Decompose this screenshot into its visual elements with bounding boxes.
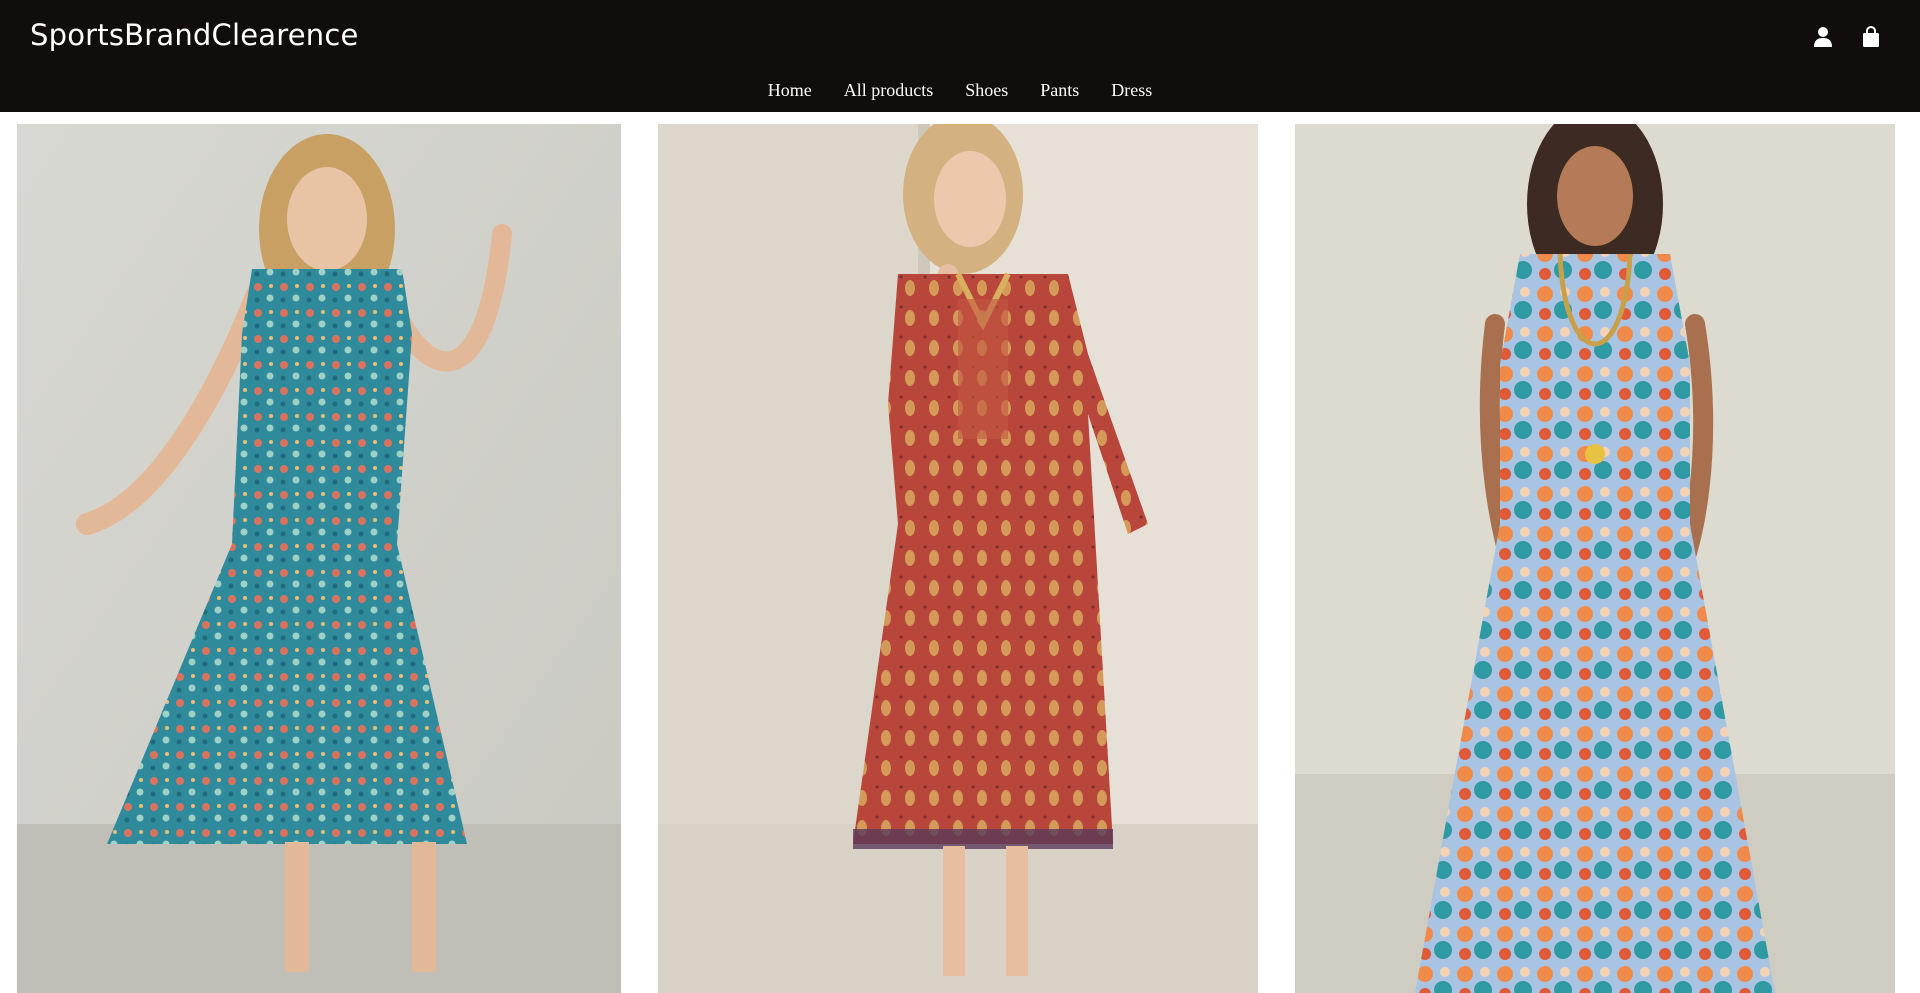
shopping-bag-icon[interactable] [1860,24,1882,50]
nav-item-dress[interactable]: Dress [1095,78,1168,102]
product-card[interactable] [1295,124,1895,993]
header-icons [1812,24,1882,50]
account-icon[interactable] [1812,24,1834,50]
product-card[interactable] [658,124,1258,993]
main-nav: Home All products Shoes Pants Dress [0,78,1920,102]
nav-item-pants[interactable]: Pants [1024,78,1095,102]
nav-item-home[interactable]: Home [752,78,828,102]
site-header: SportsBrandClearence Home All products S… [0,0,1920,112]
product-card[interactable] [17,124,621,993]
product-image [658,124,1258,993]
product-image [1295,124,1895,993]
product-grid [0,124,1920,993]
product-image [17,124,621,993]
nav-item-shoes[interactable]: Shoes [949,78,1024,102]
brand-logo-link[interactable]: SportsBrandClearence [30,18,359,52]
nav-item-all-products[interactable]: All products [828,78,950,102]
